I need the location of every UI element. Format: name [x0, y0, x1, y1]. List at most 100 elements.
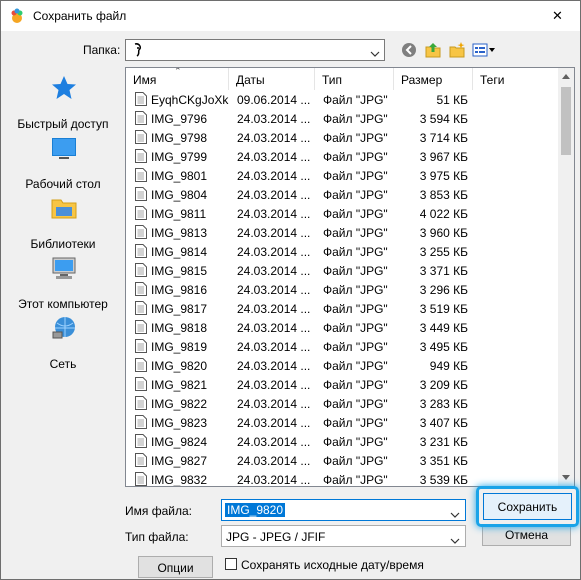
file-date: 24.03.2014 ...	[237, 150, 311, 164]
file-row[interactable]: EyqhCKgJoXk 09.06.2014 ... Файл "JPG" 51 КБ	[126, 90, 560, 109]
file-row[interactable]: IMG_9820 24.03.2014 ... Файл "JPG" 949 КБ	[126, 356, 560, 375]
keep-original-datetime-checkbox[interactable]	[225, 558, 237, 570]
file-row[interactable]: IMG_9824 24.03.2014 ... Файл "JPG" 3 231 КБ	[126, 432, 560, 451]
new-folder-button[interactable]	[447, 39, 467, 61]
file-row[interactable]: IMG_9822 24.03.2014 ... Файл "JPG" 3 283 КБ	[126, 394, 560, 413]
view-menu-icon	[472, 43, 495, 57]
file-row[interactable]: IMG_9818 24.03.2014 ... Файл "JPG" 3 449 КБ	[126, 318, 560, 337]
file-date: 24.03.2014 ...	[237, 473, 311, 487]
column-header-label: Даты	[236, 73, 265, 87]
up-folder-button[interactable]	[423, 39, 443, 61]
file-name: IMG_9824	[151, 435, 208, 449]
file-row[interactable]: IMG_9814 24.03.2014 ... Файл "JPG" 3 255 КБ	[126, 242, 560, 261]
keep-original-datetime-label: Сохранять исходные дату/время	[241, 558, 424, 572]
file-name: IMG_9801	[151, 169, 208, 183]
file-size: 3 967 КБ	[419, 150, 468, 164]
file-name: IMG_9819	[151, 340, 208, 354]
file-type: Файл "JPG"	[323, 226, 388, 240]
file-row[interactable]: IMG_9796 24.03.2014 ... Файл "JPG" 3 594 КБ	[126, 109, 560, 128]
options-button-label: Опции	[157, 561, 194, 575]
file-row[interactable]: IMG_9827 24.03.2014 ... Файл "JPG" 3 351 КБ	[126, 451, 560, 470]
file-date: 24.03.2014 ...	[237, 131, 311, 145]
file-list[interactable]: ⌃ Имя Даты Тип Размер Теги EyqhCKgJoXk 09…	[125, 67, 575, 487]
jpg-file-icon	[135, 111, 147, 125]
column-header-label: Имя	[133, 73, 157, 87]
file-row[interactable]: IMG_9832 24.03.2014 ... Файл "JPG" 3 539 КБ	[126, 470, 560, 487]
file-date: 24.03.2014 ...	[237, 340, 311, 354]
column-header-size[interactable]: Размер	[394, 68, 473, 90]
place-quick-access[interactable]: Быстрый доступ	[7, 75, 119, 133]
filename-value[interactable]: IMG_9820	[225, 503, 286, 517]
file-date: 24.03.2014 ...	[237, 416, 311, 430]
chevron-down-icon[interactable]	[370, 46, 380, 60]
file-row[interactable]: IMG_9811 24.03.2014 ... Файл "JPG" 4 022 КБ	[126, 204, 560, 223]
cancel-button[interactable]: Отмена	[482, 526, 571, 546]
place-label: Этот компьютер	[18, 297, 108, 311]
close-button[interactable]: ✕	[535, 1, 580, 31]
filetype-dropdown[interactable]: JPG - JPEG / JFIF	[221, 525, 466, 547]
scroll-up-arrow-icon[interactable]	[558, 68, 574, 85]
vertical-scrollbar[interactable]	[558, 68, 574, 486]
jpg-file-icon	[135, 263, 147, 277]
place-network[interactable]: Сеть	[7, 315, 119, 373]
file-name: IMG_9815	[151, 264, 208, 278]
file-name: EyqhCKgJoXk	[151, 93, 229, 107]
chevron-down-icon[interactable]	[450, 533, 460, 547]
file-row[interactable]: IMG_9799 24.03.2014 ... Файл "JPG" 3 967 КБ	[126, 147, 560, 166]
jpg-file-icon	[135, 339, 147, 353]
filetype-value: JPG - JPEG / JFIF	[226, 530, 326, 544]
column-header-tags[interactable]: Теги	[473, 68, 560, 90]
column-header-type[interactable]: Тип	[315, 68, 394, 90]
options-button[interactable]: Опции	[138, 556, 213, 578]
file-row[interactable]: IMG_9823 24.03.2014 ... Файл "JPG" 3 407 КБ	[126, 413, 560, 432]
jpg-file-icon	[135, 453, 147, 467]
file-row[interactable]: IMG_9821 24.03.2014 ... Файл "JPG" 3 209 КБ	[126, 375, 560, 394]
title-bar[interactable]: Сохранить файл ✕	[1, 1, 580, 31]
jpg-file-icon	[135, 358, 147, 372]
jpg-file-icon	[135, 472, 147, 486]
file-row[interactable]: IMG_9801 24.03.2014 ... Файл "JPG" 3 975 КБ	[126, 166, 560, 185]
file-name: IMG_9811	[151, 207, 207, 221]
file-date: 24.03.2014 ...	[237, 302, 311, 316]
scrollbar-thumb[interactable]	[561, 87, 571, 155]
file-row[interactable]: IMG_9816 24.03.2014 ... Файл "JPG" 3 296 КБ	[126, 280, 560, 299]
place-libraries[interactable]: Библиотеки	[7, 195, 119, 253]
scroll-down-arrow-icon[interactable]	[558, 469, 574, 486]
filetype-label: Тип файла:	[125, 530, 189, 544]
window-title: Сохранить файл	[33, 9, 127, 23]
file-row[interactable]: IMG_9817 24.03.2014 ... Файл "JPG" 3 519 КБ	[126, 299, 560, 318]
column-header-label: Теги	[480, 73, 505, 87]
jpg-file-icon	[135, 149, 147, 163]
chevron-down-icon[interactable]	[450, 507, 460, 521]
file-type: Файл "JPG"	[323, 397, 388, 411]
file-row[interactable]: IMG_9813 24.03.2014 ... Файл "JPG" 3 960 КБ	[126, 223, 560, 242]
back-button[interactable]	[399, 39, 419, 61]
jpg-file-icon	[135, 92, 147, 106]
file-type: Файл "JPG"	[323, 264, 388, 278]
file-row[interactable]: IMG_9815 24.03.2014 ... Файл "JPG" 3 371 КБ	[126, 261, 560, 280]
file-date: 24.03.2014 ...	[237, 226, 311, 240]
file-type: Файл "JPG"	[323, 340, 388, 354]
view-menu-button[interactable]	[471, 39, 497, 61]
place-label: Рабочий стол	[25, 177, 101, 191]
file-size: 3 351 КБ	[419, 454, 468, 468]
column-header-name[interactable]: ⌃ Имя	[126, 68, 229, 90]
save-button[interactable]: Сохранить	[483, 493, 572, 520]
file-row[interactable]: IMG_9804 24.03.2014 ... Файл "JPG" 3 853 КБ	[126, 185, 560, 204]
file-type: Файл "JPG"	[323, 359, 388, 373]
file-type: Файл "JPG"	[323, 188, 388, 202]
jpg-file-icon	[135, 282, 147, 296]
file-type: Файл "JPG"	[323, 435, 388, 449]
jpg-file-icon	[135, 130, 147, 144]
place-desktop[interactable]: Рабочий стол	[7, 135, 119, 193]
file-row[interactable]: IMG_9819 24.03.2014 ... Файл "JPG" 3 495 КБ	[126, 337, 560, 356]
file-type: Файл "JPG"	[323, 112, 388, 126]
place-label: Быстрый доступ	[17, 117, 109, 131]
jpg-file-icon	[135, 434, 147, 448]
place-this-pc[interactable]: Этот компьютер	[7, 255, 119, 313]
save-button-highlight: Сохранить	[476, 486, 579, 527]
column-header-date[interactable]: Даты	[229, 68, 315, 90]
file-row[interactable]: IMG_9798 24.03.2014 ... Файл "JPG" 3 714 КБ	[126, 128, 560, 147]
filename-input[interactable]: IMG_9820	[221, 499, 466, 521]
folder-dropdown[interactable]	[125, 39, 385, 61]
